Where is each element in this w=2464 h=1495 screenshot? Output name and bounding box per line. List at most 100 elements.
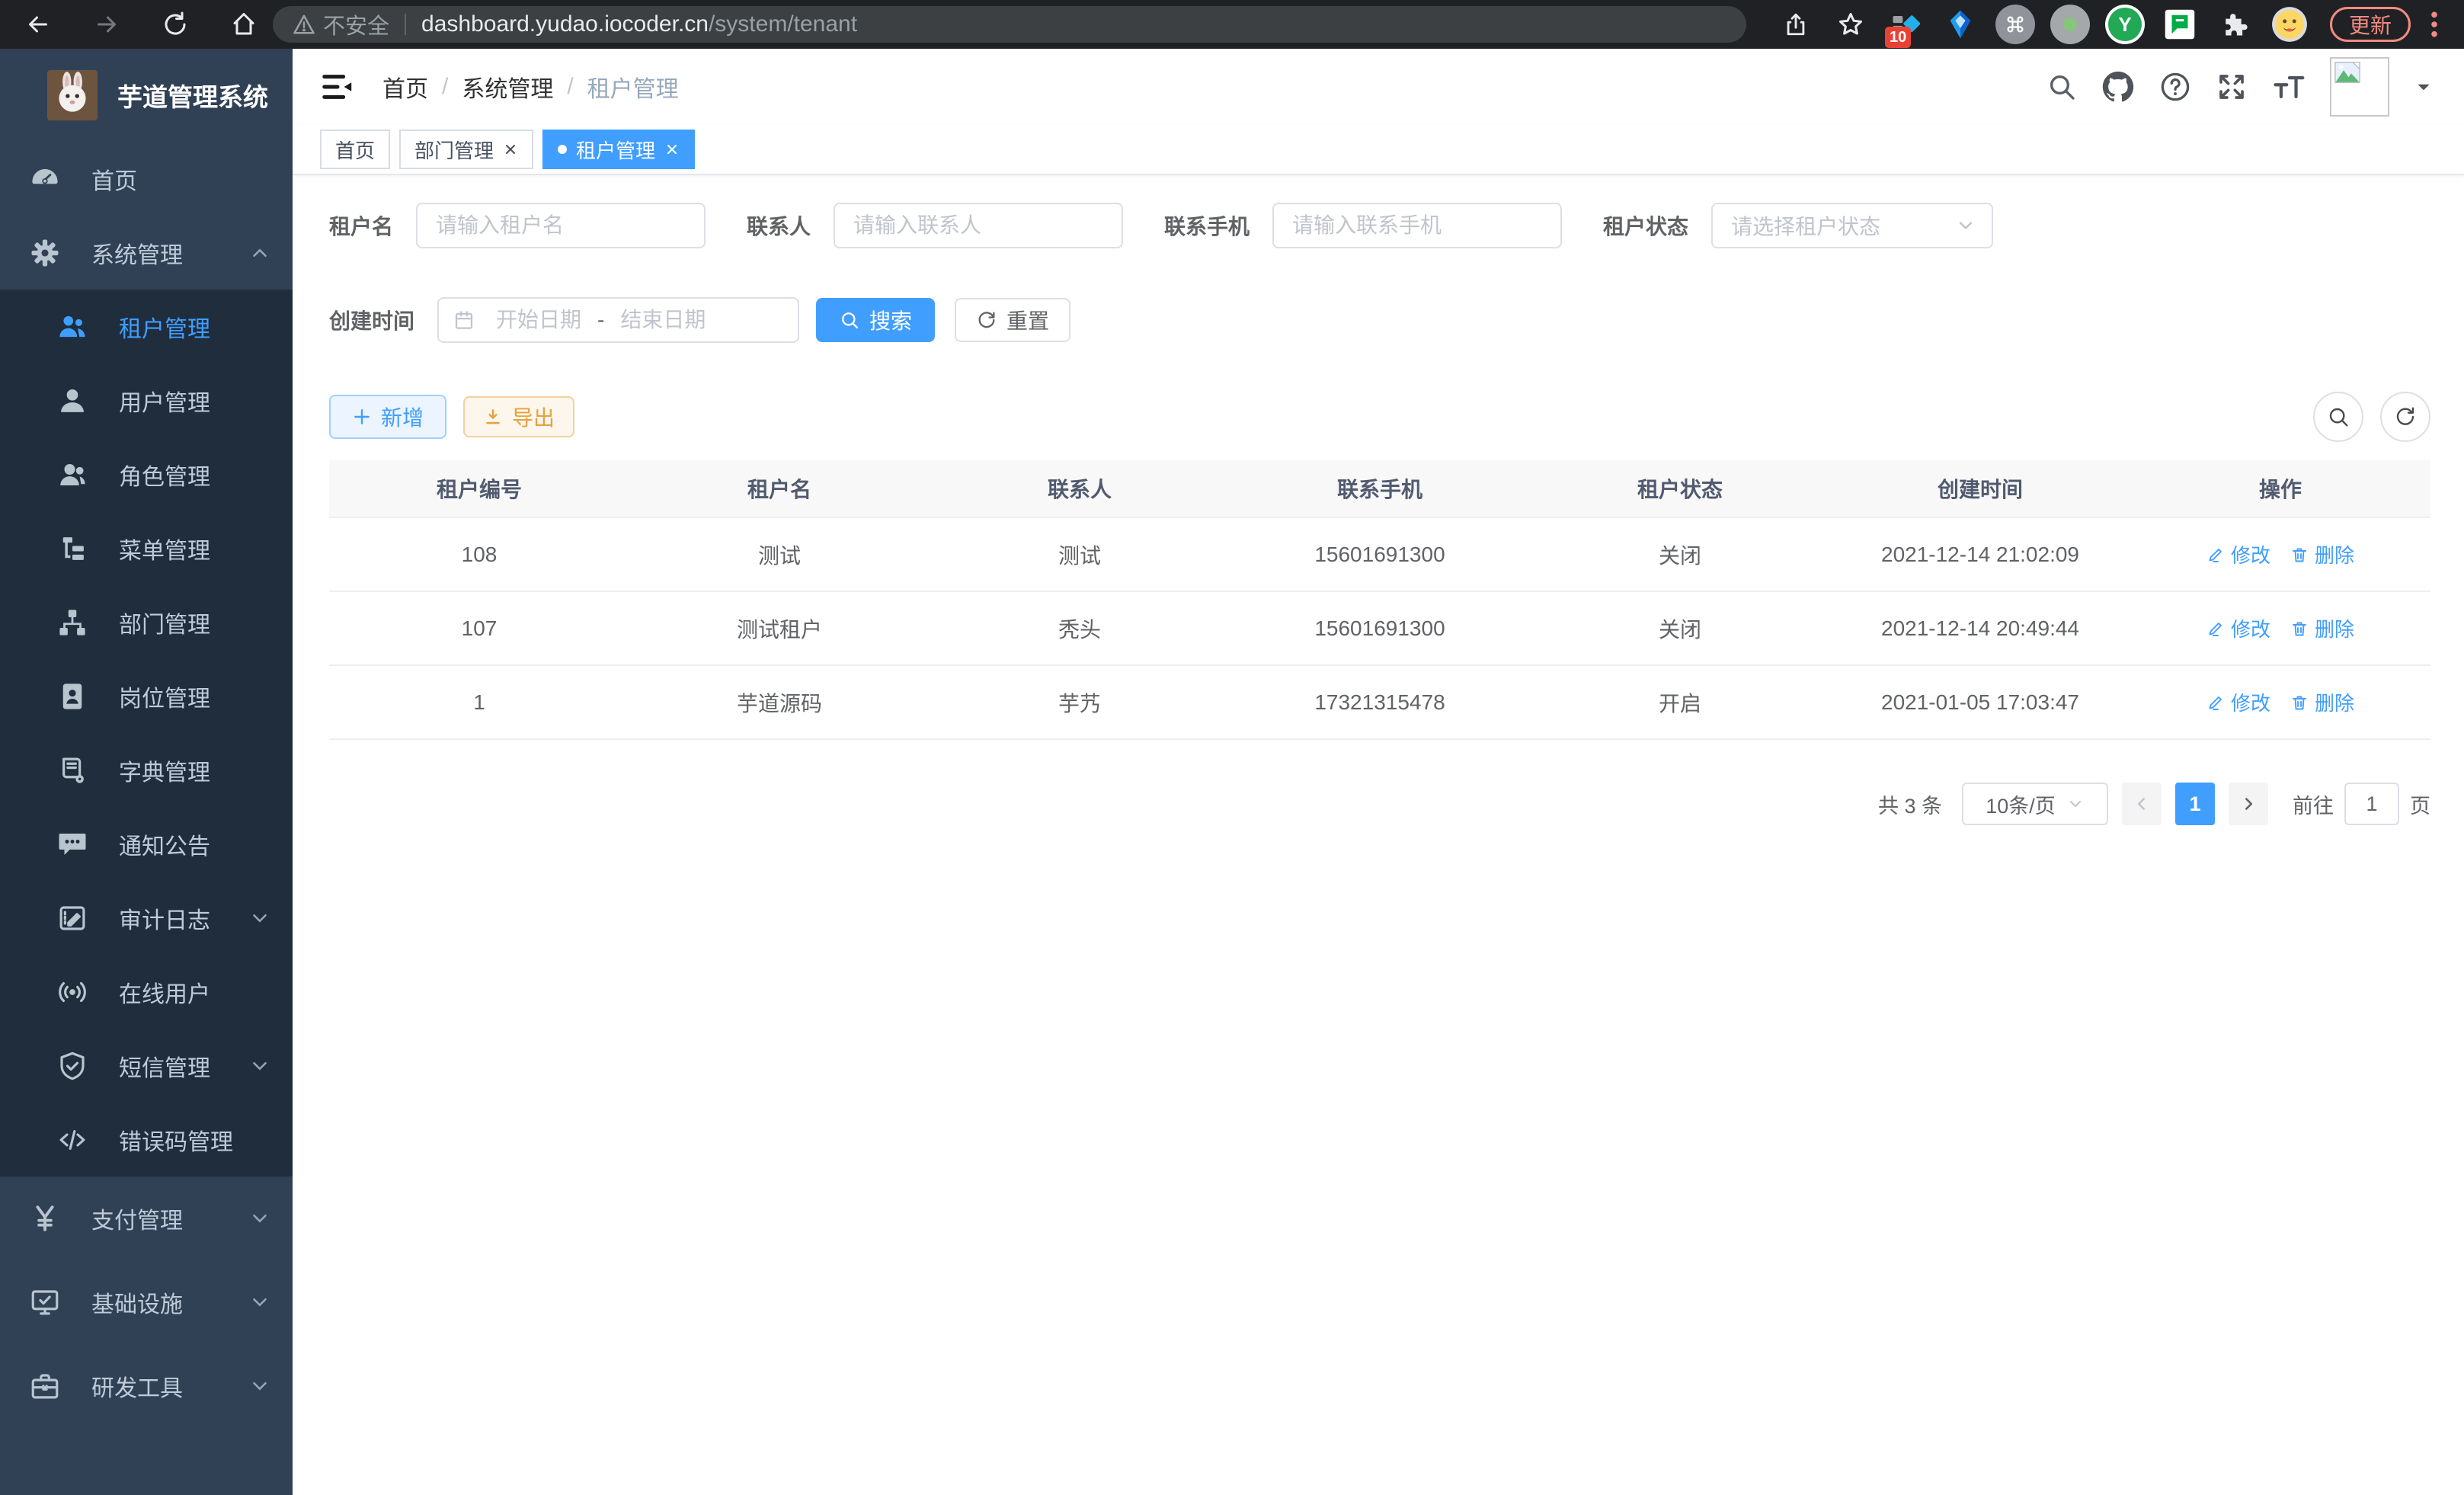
avatar-dropdown-caret-icon[interactable] xyxy=(2414,77,2434,97)
tab-home[interactable]: 首页 xyxy=(320,130,390,169)
pencil-icon xyxy=(2206,693,2225,712)
fullscreen-button[interactable] xyxy=(2216,71,2248,103)
sidebar-item-role[interactable]: 角色管理 xyxy=(0,437,293,511)
prev-page-button[interactable] xyxy=(2122,783,2162,825)
browser-back-button[interactable] xyxy=(17,3,59,46)
breadcrumb-system[interactable]: 系统管理 xyxy=(462,70,553,104)
sidebar-item-payment[interactable]: 支付管理 xyxy=(0,1176,293,1260)
help-doc-button[interactable] xyxy=(2159,71,2191,103)
create-time-range-picker[interactable]: - xyxy=(437,297,799,343)
extension-tango[interactable]: 10 xyxy=(1883,2,1928,46)
bookmark-button[interactable] xyxy=(1829,2,1873,46)
sidebar-item-system[interactable]: 系统管理 xyxy=(0,216,293,290)
table-row[interactable]: 107 测试租户 秃头 15601691300 关闭 2021-12-14 20… xyxy=(329,592,2430,666)
code-icon xyxy=(56,1124,88,1156)
sidebar-item-user[interactable]: 用户管理 xyxy=(0,363,293,437)
sidebar-item-post[interactable]: 岗位管理 xyxy=(0,659,293,733)
dashboard-icon xyxy=(29,163,61,195)
close-icon[interactable] xyxy=(664,142,680,157)
sidebar-item-infra[interactable]: 基础设施 xyxy=(0,1260,293,1344)
sidebar-item-tenant[interactable]: 租户管理 xyxy=(0,290,293,363)
font-size-button[interactable] xyxy=(2272,70,2306,104)
url-path[interactable]: /system/tenant xyxy=(709,11,857,37)
end-date-input[interactable] xyxy=(606,308,720,332)
sidebar-collapse-button[interactable] xyxy=(320,69,355,104)
refresh-icon xyxy=(976,309,997,331)
sidebar-item-audit-log[interactable]: 审计日志 xyxy=(0,881,293,955)
extension-chat[interactable] xyxy=(2158,2,2202,46)
reload-icon xyxy=(162,11,189,38)
browser-reload-button[interactable] xyxy=(154,3,197,46)
sidebar-item-menu[interactable]: 菜单管理 xyxy=(0,511,293,585)
sidebar-item-sms[interactable]: 短信管理 xyxy=(0,1029,293,1103)
trash-icon xyxy=(2290,693,2309,712)
share-button[interactable] xyxy=(1774,2,1818,46)
sidebar-item-devtools[interactable]: 研发工具 xyxy=(0,1344,293,1428)
extension-recorder[interactable] xyxy=(2048,2,2092,46)
start-date-input[interactable] xyxy=(482,308,596,332)
refresh-table-button[interactable] xyxy=(2380,392,2430,442)
header-search-button[interactable] xyxy=(2046,72,2077,102)
url-divider xyxy=(405,14,406,35)
chrome-update-button[interactable]: 更新 xyxy=(2330,7,2411,42)
address-bar[interactable]: 不安全 dashboard.yudao.iocoder.cn/system/te… xyxy=(273,6,1746,43)
delete-tenant-link[interactable]: 删除 xyxy=(2290,688,2354,716)
tenants-icon xyxy=(56,311,88,343)
filter-row-1: 租户名 联系人 联系手机 租户状态 请选择租户状态 xyxy=(329,203,2430,248)
security-label[interactable]: 不安全 xyxy=(323,8,389,40)
close-icon[interactable] xyxy=(503,142,518,157)
sidebar-item-notice[interactable]: 通知公告 xyxy=(0,807,293,881)
goto-page-input[interactable] xyxy=(2344,783,2399,825)
sidebar-item-online-users[interactable]: 在线用户 xyxy=(0,955,293,1029)
tenant-name-input[interactable] xyxy=(416,203,706,248)
phone-input[interactable] xyxy=(1272,203,1562,248)
delete-tenant-link[interactable]: 删除 xyxy=(2290,614,2354,642)
tab-dept[interactable]: 部门管理 xyxy=(399,130,533,169)
user-avatar[interactable] xyxy=(2330,57,2389,117)
page-number-1[interactable]: 1 xyxy=(2175,783,2215,825)
sidebar-item-label: 用户管理 xyxy=(119,384,271,418)
edit-tenant-link[interactable]: 修改 xyxy=(2206,540,2270,568)
svg-text:Y: Y xyxy=(2118,13,2131,36)
app-title: 芋道管理系统 xyxy=(117,77,268,114)
sidebar-item-dict[interactable]: 字典管理 xyxy=(0,733,293,807)
sidebar-item-error-code[interactable]: 错误码管理 xyxy=(0,1103,293,1176)
github-link[interactable] xyxy=(2101,70,2135,104)
browser-home-button[interactable] xyxy=(222,3,265,46)
chrome-menu-button[interactable] xyxy=(2421,2,2447,46)
breadcrumb: 首页 / 系统管理 / 租户管理 xyxy=(382,70,679,104)
delete-tenant-link[interactable]: 删除 xyxy=(2290,540,2354,568)
profile-avatar[interactable] xyxy=(2267,2,2312,46)
edit-tenant-link[interactable]: 修改 xyxy=(2206,688,2270,716)
status-select[interactable]: 请选择租户状态 xyxy=(1711,203,1993,248)
sidebar-logo[interactable]: 芋道管理系统 xyxy=(0,49,293,142)
sidebar-item-dept[interactable]: 部门管理 xyxy=(0,585,293,659)
trash-icon xyxy=(2290,619,2309,638)
table-row[interactable]: 1 芋道源码 芋艿 17321315478 开启 2021-01-05 17:0… xyxy=(329,666,2430,740)
extension-kite[interactable] xyxy=(1938,2,1982,46)
table-row[interactable]: 108 测试 测试 15601691300 关闭 2021-12-14 21:0… xyxy=(329,518,2430,592)
edit-tenant-link[interactable]: 修改 xyxy=(2206,614,2270,642)
browser-forward-button[interactable] xyxy=(85,3,128,46)
reset-button[interactable]: 重置 xyxy=(955,298,1070,342)
page-size-select[interactable]: 10条/页 xyxy=(1962,783,2108,825)
url-host[interactable]: dashboard.yudao.iocoder.cn xyxy=(421,11,709,37)
extension-command[interactable] xyxy=(1993,2,2037,46)
next-page-button[interactable] xyxy=(2229,783,2268,825)
add-tenant-button[interactable]: 新增 xyxy=(329,395,446,439)
tab-tenant[interactable]: 租户管理 xyxy=(542,130,695,169)
contact-input[interactable] xyxy=(834,203,1123,248)
sidebar-item-label: 研发工具 xyxy=(91,1369,248,1403)
breadcrumb-home[interactable]: 首页 xyxy=(382,70,428,104)
chevron-down-icon xyxy=(248,907,271,930)
download-icon xyxy=(483,407,503,427)
search-button[interactable]: 搜索 xyxy=(816,298,935,342)
extensions-menu-button[interactable] xyxy=(2213,2,2257,46)
active-tab-dot xyxy=(558,145,567,154)
sidebar-item-home[interactable]: 首页 xyxy=(0,142,293,216)
system-submenu: 租户管理 用户管理 角色管理 菜单管理 xyxy=(0,290,293,1176)
goto-label: 前往 xyxy=(2293,789,2334,819)
extension-y-logo[interactable]: Y xyxy=(2103,2,2147,46)
export-button[interactable]: 导出 xyxy=(463,396,574,437)
toggle-search-button[interactable] xyxy=(2313,392,2363,442)
